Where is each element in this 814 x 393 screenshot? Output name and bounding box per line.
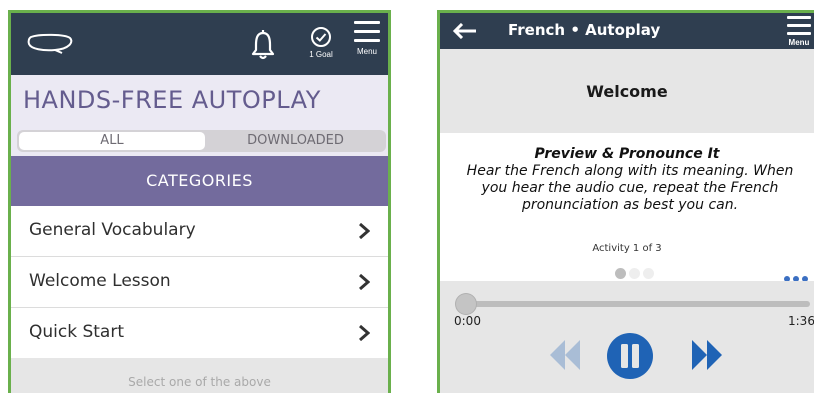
category-item-quick-start[interactable]: Quick Start [11,308,388,359]
page-dot[interactable] [629,268,640,279]
menu-label: Menu [788,38,810,47]
total-duration: 1:36 [788,314,814,328]
category-list: General Vocabulary Welcome Lesson Quick … [11,206,388,359]
logo-icon[interactable] [25,33,75,59]
category-label: Welcome Lesson [29,271,171,291]
progress-thumb[interactable] [456,294,476,314]
menu-label: Menu [356,47,377,56]
page-title-bar: HANDS-FREE AUTOPLAY [11,75,388,126]
hamburger-menu-icon [783,16,814,35]
top-bar: French • Autoplay Menu [440,13,814,49]
categories-header: CATEGORIES [11,156,388,206]
category-item-welcome-lesson[interactable]: Welcome Lesson [11,257,388,308]
fast-forward-icon[interactable] [690,338,724,376]
lesson-title: Welcome [586,82,668,101]
check-circle-icon [311,27,331,47]
autoplay-player-screen: French • Autoplay Menu Welcome Preview &… [437,10,814,393]
page-title: HANDS-FREE AUTOPLAY [23,86,321,114]
top-bar: 1 Goal Menu [11,13,388,75]
menu-button[interactable]: Menu [349,21,385,56]
activity-counter: Activity 1 of 3 [592,243,662,254]
activity-panel: Preview & Pronounce It Hear the French a… [440,133,814,282]
chevron-right-icon [358,324,371,345]
elapsed-time: 0:00 [454,314,481,328]
screen-title: French • Autoplay [508,21,661,39]
selection-hint-bar: Select one of the above [11,358,388,393]
filter-segmented-control: ALL DOWNLOADED [17,130,386,152]
autoplay-categories-screen: 1 Goal Menu HANDS-FREE AUTOPLAY ALL DOWN… [8,10,391,393]
activity-heading: Preview & Pronounce It [534,146,720,162]
category-item-general-vocabulary[interactable]: General Vocabulary [11,206,388,257]
progress-track[interactable] [458,301,810,307]
selection-hint: Select one of the above [128,375,271,389]
page-dot[interactable] [615,268,626,279]
bell-icon[interactable] [249,29,277,65]
filter-tab-downloaded[interactable]: DOWNLOADED [207,132,384,150]
activity-description: Hear the French along with its meaning. … [466,163,794,213]
menu-button[interactable]: Menu [783,16,814,47]
filter-bar: ALL DOWNLOADED [11,126,388,156]
rewind-icon[interactable] [548,338,582,376]
audio-player: 0:00 1:36 [440,281,814,393]
page-dot[interactable] [643,268,654,279]
pause-button[interactable] [606,332,654,384]
filter-tab-all[interactable]: ALL [19,132,205,150]
back-arrow-icon[interactable] [452,22,478,43]
goal-label: 1 Goal [309,50,333,59]
goal-indicator[interactable]: 1 Goal [304,26,338,66]
hamburger-menu-icon [349,21,385,42]
category-label: General Vocabulary [29,220,196,240]
chevron-right-icon [358,222,371,243]
pause-icon [607,333,653,379]
lesson-title-bar: Welcome [440,49,814,133]
chevron-right-icon [358,273,371,294]
category-label: Quick Start [29,322,125,342]
